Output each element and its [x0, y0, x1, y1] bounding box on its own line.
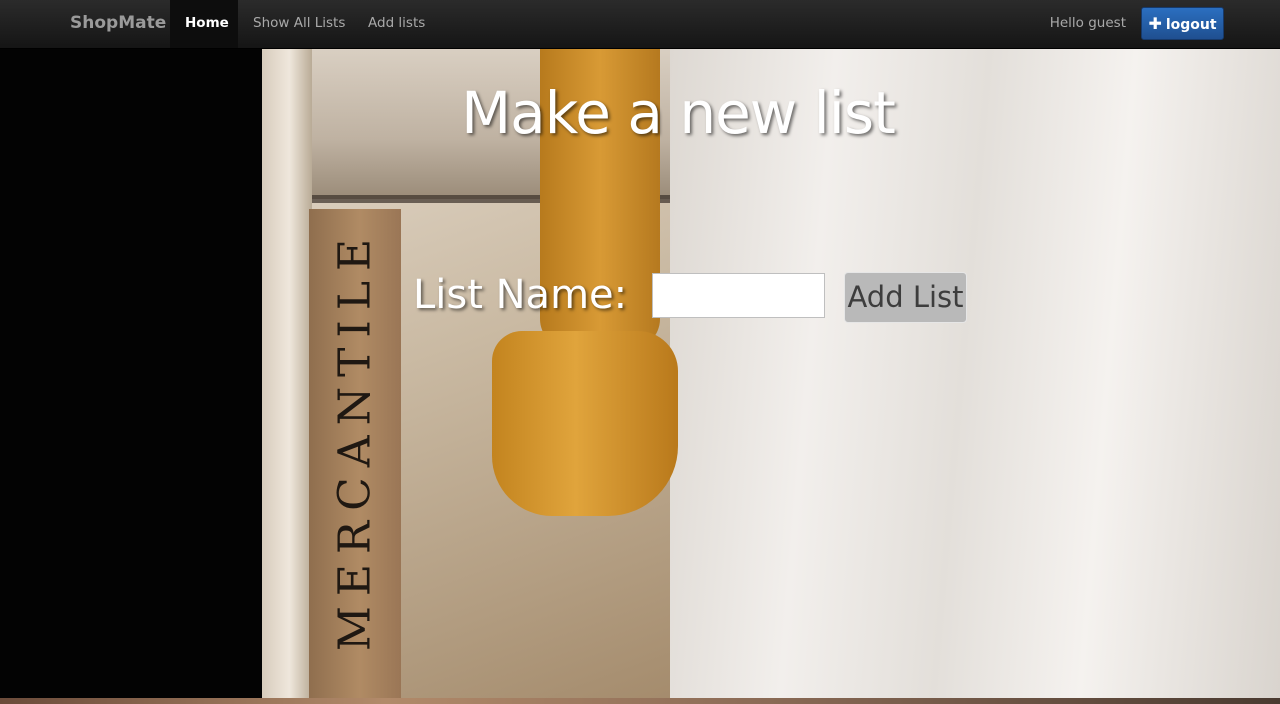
plus-icon: ✚ — [1148, 14, 1162, 33]
logout-label: logout — [1165, 17, 1217, 33]
logout-button[interactable]: ✚ logout — [1141, 7, 1224, 40]
user-greeting: Hello guest — [1049, 15, 1126, 31]
background-scarf-roll — [492, 331, 678, 516]
mercantile-stamp: MERCANTILE — [329, 228, 381, 652]
brand-logo[interactable]: ShopMate — [70, 0, 166, 48]
nav-add-lists[interactable]: Add lists — [353, 0, 440, 48]
add-list-button[interactable]: Add List — [844, 272, 967, 323]
page-title: Make a new list — [461, 79, 896, 147]
nav-home[interactable]: Home — [170, 0, 238, 48]
nav-show-all-lists[interactable]: Show All Lists — [238, 0, 360, 48]
background-bottom-strip — [0, 698, 1280, 704]
top-navbar: ShopMate Home Show All Lists Add lists H… — [0, 0, 1280, 49]
list-name-label: List Name: — [413, 272, 628, 318]
list-name-input[interactable] — [652, 273, 825, 318]
